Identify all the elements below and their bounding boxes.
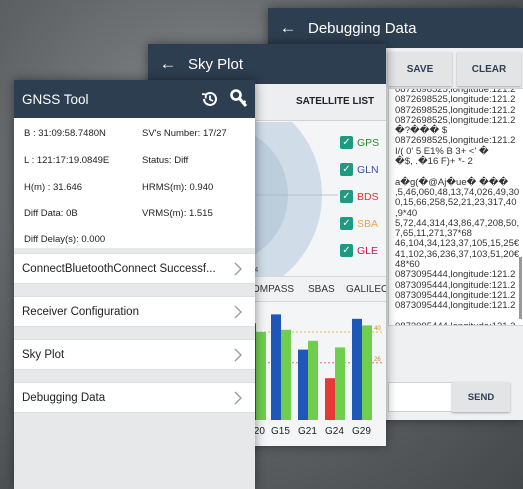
menu-item-label: Debugging Data: [22, 391, 106, 404]
tab-system-ompass[interactable]: OMPASS: [252, 284, 294, 295]
bar-category-label: G21: [298, 426, 317, 437]
log-line: 0873095444,longitude:121.2: [395, 300, 516, 312]
menu-item-bluetooth[interactable]: ConnectBluetoothConnect Successf...: [14, 253, 255, 284]
bar-category-label: G29: [352, 426, 371, 437]
debug-button-row: SAVE CLEAR: [388, 52, 521, 86]
gnss-title: GNSS Tool: [22, 91, 89, 107]
diff-data-field: Diff Data: 0B: [24, 208, 78, 219]
menu-item-label: Receiver Configuration: [22, 305, 139, 318]
key-icon[interactable]: [230, 89, 248, 109]
reference-line-label: 40: [374, 326, 381, 332]
sky-title: Sky Plot: [188, 55, 244, 73]
longitude-field: L : 121:17:19.0849E: [24, 155, 110, 166]
snr-bar: [256, 332, 266, 420]
reference-line-label: 26: [374, 357, 381, 363]
bar-category-label: G15: [271, 426, 290, 437]
chevron-right-icon: [234, 262, 242, 276]
bar-category-label: G24: [325, 426, 344, 437]
checkbox-checked-icon[interactable]: ✓: [340, 217, 353, 230]
sv-number-field: SV's Number: 17/27: [142, 128, 227, 139]
checkbox-checked-icon[interactable]: ✓: [340, 136, 353, 149]
position-info-panel: B : 31:09:58.7480N SV's Number: 17/27 L …: [14, 118, 255, 248]
checkbox-checked-icon[interactable]: ✓: [340, 244, 353, 257]
snr-bar: [325, 378, 335, 420]
debug-app-bar: ← Debugging Data: [268, 8, 523, 48]
vrms-field: VRMS(m): 1.515: [142, 208, 213, 219]
legend-item-bds[interactable]: ✓ BDS: [340, 190, 379, 203]
legend-label: BDS: [357, 190, 379, 203]
checkbox-checked-icon[interactable]: ✓: [340, 190, 353, 203]
status-field: Status: Diff: [142, 155, 189, 166]
legend-item-gle[interactable]: ✓ GLE: [340, 244, 378, 257]
save-button[interactable]: SAVE: [388, 52, 452, 86]
snr-bar: [352, 318, 362, 420]
snr-bar: [281, 329, 291, 420]
menu-item-label: Sky Plot: [22, 348, 65, 361]
debug-title: Debugging Data: [308, 19, 417, 37]
back-arrow-icon[interactable]: ←: [268, 18, 308, 38]
sky-app-bar: ← Sky Plot: [148, 44, 386, 84]
chevron-right-icon: [234, 391, 242, 405]
chevron-right-icon: [234, 305, 242, 319]
tab-system-galileo[interactable]: GALILEO: [346, 284, 386, 295]
clear-button[interactable]: CLEAR: [457, 52, 521, 86]
legend-label: GLE: [357, 244, 379, 257]
history-icon[interactable]: [200, 90, 220, 108]
menu-item-debugging-data[interactable]: Debugging Data: [14, 382, 255, 413]
menu-item-label: ConnectBluetoothConnect Successf...: [22, 262, 216, 275]
gnss-tool-screen: GNSS Tool B : 31:09:58.7480N SV's Number…: [14, 80, 255, 489]
legend-label: GPS: [357, 136, 380, 149]
legend-item-sba[interactable]: ✓ SBA: [340, 217, 378, 230]
legend-item-gln[interactable]: ✓ GLN: [340, 163, 379, 176]
debug-log-area[interactable]: 0872698525,longitude:121.2 0872698525,lon…: [388, 88, 523, 326]
hrms-field: HRMS(m): 0.940: [142, 182, 214, 193]
legend-label: SBA: [357, 217, 379, 230]
back-arrow-icon[interactable]: ←: [148, 54, 188, 74]
tab-system-sbas[interactable]: SBAS: [308, 284, 335, 295]
menu-item-sky-plot[interactable]: Sky Plot: [14, 339, 255, 370]
gnss-app-bar: GNSS Tool: [14, 80, 255, 118]
height-field: H(m) : 31.646: [24, 182, 83, 193]
snr-bar: [362, 325, 372, 420]
scrollbar-thumb[interactable]: [519, 257, 522, 319]
legend-item-gps[interactable]: ✓ GPS: [340, 136, 379, 149]
legend-label: GLN: [357, 163, 379, 176]
latitude-field: B : 31:09:58.7480N: [24, 128, 106, 139]
diff-delay-field: Diff Delay(s): 0.000: [24, 234, 106, 245]
snr-bar: [271, 314, 281, 420]
log-line: �$, .�16 F)+ *- 2: [395, 156, 473, 168]
menu-item-receiver-configuration[interactable]: Receiver Configuration: [14, 296, 255, 327]
checkbox-checked-icon[interactable]: ✓: [340, 163, 353, 176]
tab-satellite-list[interactable]: SATELLITE LIST: [296, 96, 374, 107]
snr-bar: [308, 340, 318, 420]
snr-bar: [335, 347, 345, 420]
chevron-right-icon: [234, 348, 242, 362]
send-button[interactable]: SEND: [452, 382, 510, 412]
log-line: 0873095444,longitude:121.2: [389, 321, 523, 325]
snr-bar: [298, 349, 308, 420]
